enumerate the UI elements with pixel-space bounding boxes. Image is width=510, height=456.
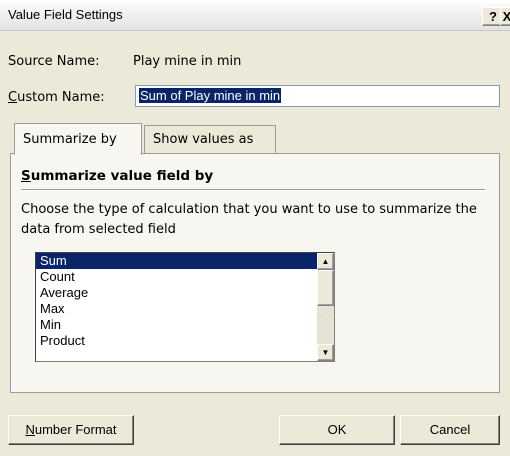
summarize-tab-panel: Summarize value field by Choose the type…: [10, 153, 500, 393]
value-field-settings-dialog: Value Field Settings ? X Source Name: Pl…: [0, 0, 510, 456]
scroll-down-button[interactable]: ▼: [317, 344, 334, 361]
section-heading: Summarize value field by: [21, 168, 213, 184]
list-item-product[interactable]: Product: [36, 333, 318, 349]
custom-name-value: Sum of Play mine in min: [139, 88, 282, 103]
number-format-label-rest: umber Format: [34, 422, 117, 437]
dialog-title: Value Field Settings: [8, 7, 123, 22]
scroll-thumb[interactable]: [317, 270, 334, 306]
custom-name-input[interactable]: Sum of Play mine in min: [135, 85, 500, 107]
section-heading-rest: ummarize value field by: [30, 168, 214, 184]
calculation-listbox[interactable]: Sum Count Average Max Min Product ▲ ▼: [35, 252, 335, 362]
number-format-button[interactable]: Number Format: [8, 415, 134, 445]
scroll-up-button[interactable]: ▲: [317, 253, 334, 270]
help-icon: ?: [489, 9, 497, 24]
list-item-min[interactable]: Min: [36, 317, 318, 333]
close-button[interactable]: X: [500, 7, 510, 26]
calculation-description: Choose the type of calculation that you …: [21, 202, 477, 237]
tab-show-values-as[interactable]: Show values as: [144, 125, 276, 153]
list-item-max[interactable]: Max: [36, 301, 318, 317]
tab-summarize-by[interactable]: Summarize by: [14, 123, 142, 155]
section-divider: [21, 189, 485, 191]
custom-name-label: Custom Name:: [8, 90, 105, 105]
source-name-label: Source Name:: [8, 54, 100, 69]
title-bar[interactable]: Value Field Settings ? X: [0, 0, 510, 31]
close-icon: X: [502, 9, 510, 24]
arrow-down-icon: ▼: [321, 348, 330, 357]
list-item-sum[interactable]: Sum: [36, 253, 318, 269]
custom-name-accesskey: C: [8, 90, 18, 105]
ok-button[interactable]: OK: [279, 415, 395, 445]
list-item-average[interactable]: Average: [36, 285, 318, 301]
number-format-accesskey: N: [25, 422, 35, 437]
list-scrollbar[interactable]: ▲ ▼: [317, 253, 334, 361]
custom-name-label-rest: ustom Name:: [17, 90, 105, 105]
list-item-count[interactable]: Count: [36, 269, 318, 285]
cancel-button[interactable]: Cancel: [400, 415, 500, 445]
source-name-value: Play mine in min: [133, 54, 242, 69]
section-heading-accesskey: S: [21, 168, 31, 184]
arrow-up-icon: ▲: [321, 257, 330, 266]
